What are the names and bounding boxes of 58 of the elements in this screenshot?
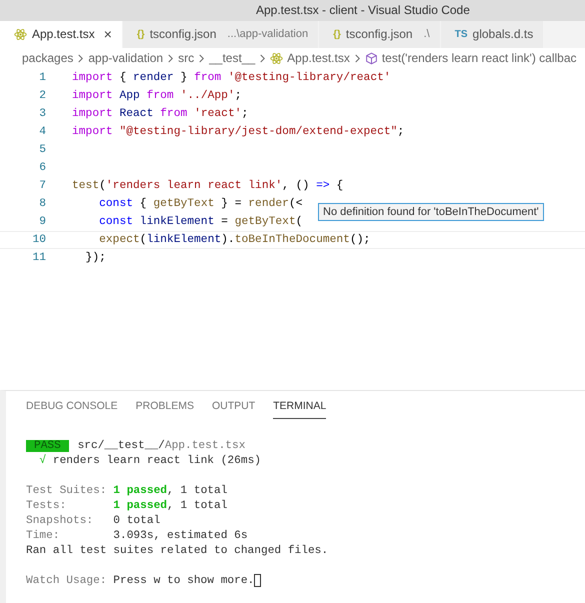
line-number: 6 [38, 162, 47, 174]
line-number: 11 [31, 252, 47, 264]
line-number: 3 [38, 108, 47, 120]
breadcrumb-item[interactable]: test('renders learn react link') callbac [382, 51, 577, 66]
terminal-line: Ran all test suites related to changed files. [26, 544, 328, 557]
atom-icon [270, 52, 284, 65]
code-line: import React from 'react'; [72, 108, 248, 120]
terminal-line: Watch Usage: Press w to show more. [26, 574, 254, 587]
hover-tooltip: No definition found for 'toBeInTheDocument' [318, 202, 544, 221]
terminal-line: Snapshots: 0 total [26, 514, 160, 527]
breadcrumb-item[interactable]: packages [22, 51, 74, 66]
terminal-cursor [254, 574, 262, 588]
terminal-line: Time: 3.093s, estimated 6s [26, 530, 248, 542]
chevron-icon [198, 54, 206, 63]
code-line: expect(linkElement).toBeInTheDocument(); [98, 234, 370, 246]
code-line: const linkElement = getByText( [98, 216, 303, 228]
code-line: const { getByText } = render(< [98, 198, 303, 210]
line-number: 9 [38, 216, 47, 228]
line-number: 1 [38, 72, 47, 84]
editor-tab[interactable]: {} tsconfig.json .\ [319, 20, 441, 48]
chevron-icon [77, 54, 84, 63]
line-number: 2 [38, 90, 47, 102]
close-icon[interactable]: × [104, 26, 112, 42]
line-number: 5 [38, 144, 47, 156]
line-number: 8 [38, 198, 47, 210]
editor-tab[interactable]: App.test.tsx × [0, 20, 123, 48]
chevron-icon [354, 54, 361, 63]
breadcrumb-item[interactable]: App.test.tsx [287, 51, 350, 66]
braces-icon: {} [333, 28, 341, 40]
cube-icon [364, 52, 378, 65]
panel-tab[interactable]: TERMINAL [273, 400, 326, 420]
pass-badge: PASS [26, 440, 69, 452]
breadcrumb-item[interactable]: app-validation [88, 51, 164, 66]
code-line: }); [84, 252, 106, 264]
atom-icon [14, 28, 27, 41]
line-number: 10 [31, 234, 47, 246]
editor-tab[interactable]: TS globals.d.ts [440, 20, 544, 48]
terminal-line: √ renders learn react link (26ms) [38, 454, 261, 467]
breadcrumb-item[interactable]: src [178, 51, 194, 66]
code-line: import "@testing-library/jest-dom/extend-expect"; [72, 126, 404, 138]
chevron-icon [167, 54, 174, 63]
panel-tab[interactable]: DEBUG CONSOLE [26, 400, 118, 418]
panel-tab[interactable]: PROBLEMS [136, 400, 194, 418]
line-number: 7 [38, 180, 47, 192]
window-title: App.test.tsx - client - Visual Studio Code [256, 3, 470, 18]
typescript-icon: TS [454, 28, 468, 40]
terminal-line: Test Suites: 1 passed, 1 total [26, 484, 228, 497]
code-line: import App from '../App'; [72, 90, 242, 102]
terminal-line: src/__test__/App.test.tsx [76, 440, 246, 452]
code-line: import { render } from '@testing-library/react' [72, 72, 391, 84]
code-line: test('renders learn react link', () => { [72, 180, 344, 192]
line-number: 4 [38, 126, 47, 138]
panel-tab[interactable]: OUTPUT [212, 400, 256, 418]
editor-tab[interactable]: {} tsconfig.json ...\app-validation [122, 20, 320, 48]
chevron-icon [259, 54, 266, 63]
breadcrumb-item[interactable]: __test__ [209, 51, 256, 66]
braces-icon: {} [136, 28, 145, 40]
terminal-line: Tests: 1 passed, 1 total [26, 500, 228, 512]
